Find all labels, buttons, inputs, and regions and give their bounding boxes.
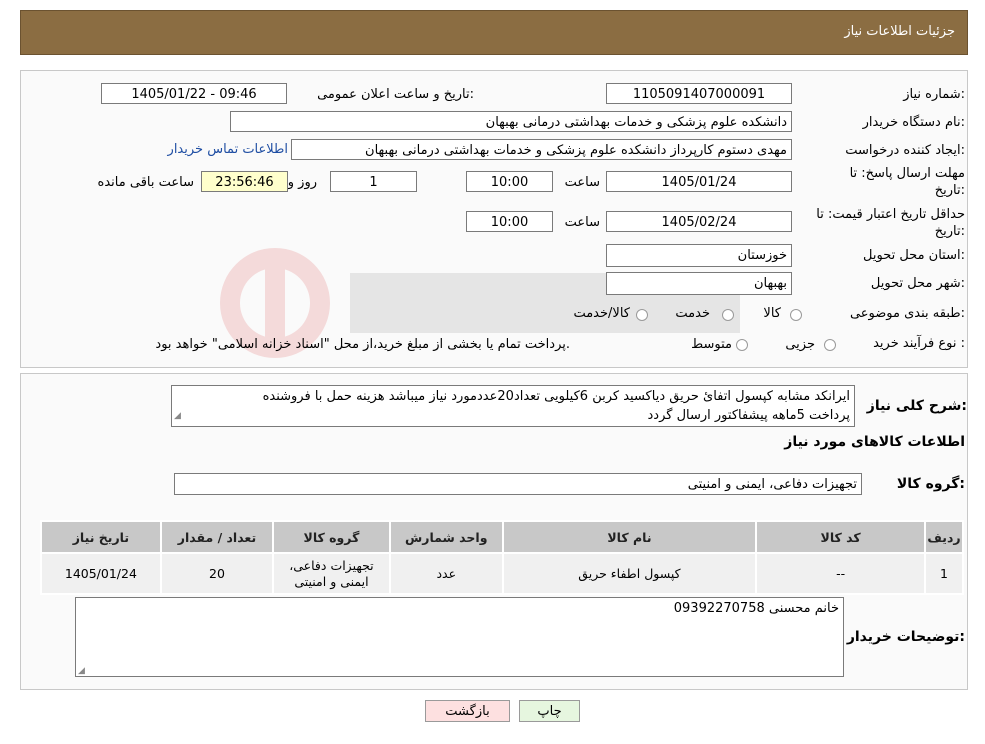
category-label: طبقه بندی موضوعی: <box>849 306 965 321</box>
price-validity-time-field: 10:00 <box>466 211 553 232</box>
category-radio-service[interactable] <box>722 309 734 321</box>
description-line-1: ایرانکد مشابه کپسول اتفائ حریق دیاکسید ک… <box>262 389 850 404</box>
deadline-time-label: ساعت <box>564 175 600 190</box>
category-option-goods-service: کالا/خدمت <box>573 306 630 321</box>
col-goods-code: کد کالا <box>755 520 926 554</box>
goods-table: تاریخ نیاز تعداد / مقدار گروه کالا واحد … <box>40 520 964 595</box>
category-radio-goods[interactable] <box>790 309 802 321</box>
process-label: نوع فرآیند خرید : <box>873 336 965 351</box>
buyer-contact-link[interactable]: اطلاعات تماس خریدار <box>168 142 288 157</box>
deadline-label: مهلت ارسال پاسخ: تا <box>849 166 965 181</box>
description-label: شرح کلی نیاز: <box>866 398 967 414</box>
page-header: جزئیات اطلاعات نیاز <box>20 10 968 55</box>
back-button[interactable]: بازگشت <box>425 700 510 722</box>
col-goods-group: گروه کالا <box>272 520 391 554</box>
cell-goods-name: کپسول اطفاء حریق <box>501 552 758 595</box>
category-radio-goods-service[interactable] <box>636 309 648 321</box>
cell-quantity: 20 <box>159 552 275 595</box>
price-validity-time-label: ساعت <box>564 215 600 230</box>
buyer-notes-textarea[interactable]: خانم محسنی 09392270758 ◢ <box>75 597 844 677</box>
buyer-org-field: دانشکده علوم پزشکی و خدمات بهداشتی درمان… <box>230 111 792 132</box>
print-button[interactable]: چاپ <box>519 700 580 722</box>
goods-group-label: گروه کالا: <box>896 476 965 492</box>
deadline-date-field: 1405/01/24 <box>606 171 792 192</box>
process-radio-partial[interactable] <box>824 339 836 351</box>
cell-row: 1 <box>924 552 964 595</box>
remaining-time-field: 23:56:46 <box>201 171 288 192</box>
col-unit: واحد شمارش <box>388 520 504 554</box>
table-row: 1405/01/24 20 تجهیزات دفاعی، ایمنی و امن… <box>40 552 964 595</box>
page-title: جزئیات اطلاعات نیاز <box>844 24 955 39</box>
description-line-2: پرداخت 5ماهه پیشفاکتور ارسال گردد <box>647 408 850 423</box>
col-quantity: تعداد / مقدار <box>159 520 275 554</box>
cell-need-date: 1405/01/24 <box>40 552 162 595</box>
process-radio-medium[interactable] <box>736 339 748 351</box>
col-goods-name: نام کالا <box>501 520 758 554</box>
province-label: استان محل تحویل: <box>863 248 965 263</box>
city-label: شهر محل تحویل: <box>870 276 965 291</box>
need-number-label: شماره نیاز: <box>903 87 965 102</box>
col-need-date: تاریخ نیاز <box>40 520 162 554</box>
creator-field: مهدی دستوم کارپرداز دانشکده علوم پزشکی و… <box>291 139 792 160</box>
cell-goods-code: -- <box>755 552 926 595</box>
table-header-row: تاریخ نیاز تعداد / مقدار گروه کالا واحد … <box>40 520 964 554</box>
col-row: ردیف <box>924 520 964 554</box>
process-note: پرداخت تمام یا بخشی از مبلغ خرید،از محل … <box>155 337 570 352</box>
buyer-notes-text: خانم محسنی 09392270758 <box>673 601 839 616</box>
goods-group-field: تجهیزات دفاعی، ایمنی و امنیتی <box>174 473 862 495</box>
category-option-goods: کالا <box>763 306 781 321</box>
buyer-org-label: نام دستگاه خریدار: <box>862 115 965 130</box>
process-option-partial: جزیی <box>785 337 815 352</box>
buyer-notes-label: توضیحات خریدار: <box>846 629 965 645</box>
need-number-field: 1105091407000091 <box>606 83 792 104</box>
announce-datetime-field: 1405/01/22 - 09:46 <box>101 83 287 104</box>
creator-label: ایجاد کننده درخواست: <box>845 143 965 158</box>
remaining-label: ساعت باقی مانده <box>97 175 194 190</box>
price-validity-label: حداقل تاریخ اعتبار قیمت: تا <box>816 207 965 222</box>
goods-section-title: اطلاعات کالاهای مورد نیاز <box>784 434 965 450</box>
price-validity-label-2: تاریخ: <box>934 224 965 239</box>
deadline-time-field: 10:00 <box>466 171 553 192</box>
province-field: خوزستان <box>606 244 792 267</box>
process-option-medium: متوسط <box>691 337 732 352</box>
cell-unit: عدد <box>388 552 504 595</box>
cell-goods-group: تجهیزات دفاعی، ایمنی و امنیتی <box>272 552 391 595</box>
days-label: روز و <box>287 175 317 190</box>
resize-handle-icon[interactable]: ◢ <box>174 407 181 426</box>
category-option-service: خدمت <box>675 306 710 321</box>
announce-label: تاریخ و ساعت اعلان عمومی: <box>317 87 474 102</box>
resize-handle-icon[interactable]: ◢ <box>78 666 85 676</box>
deadline-label-2: تاریخ: <box>934 183 965 198</box>
days-field: 1 <box>330 171 417 192</box>
city-field: بهبهان <box>606 272 792 295</box>
price-validity-date-field: 1405/02/24 <box>606 211 792 232</box>
description-textarea[interactable]: ایرانکد مشابه کپسول اتفائ حریق دیاکسید ک… <box>171 385 855 427</box>
